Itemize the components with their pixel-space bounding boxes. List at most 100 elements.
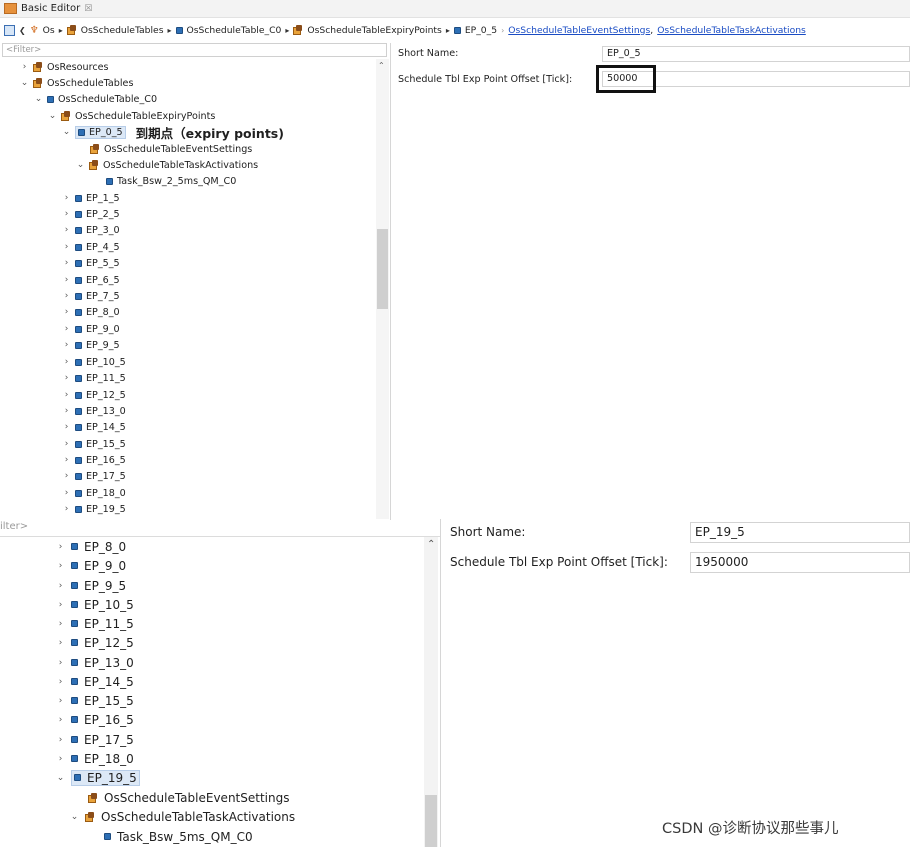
expand-icon[interactable]: › [62, 307, 71, 317]
filter-input[interactable]: ilter> [0, 519, 440, 537]
collapse-icon[interactable]: ⌄ [34, 94, 43, 104]
tree-node[interactable]: › EP_18_0 [56, 749, 134, 768]
expand-icon[interactable]: › [62, 357, 71, 367]
tree-node[interactable]: › EP_18_0 [62, 485, 126, 501]
tree-node[interactable]: › EP_19_5 [62, 501, 126, 517]
tree-node[interactable]: › EP_4_5 [62, 239, 120, 255]
basic-editor-tab[interactable]: Basic Editor ☒ [0, 0, 96, 17]
expand-icon[interactable]: › [62, 340, 71, 350]
tree-node[interactable]: › EP_12_5 [62, 387, 126, 403]
close-icon[interactable]: ☒ [84, 4, 92, 14]
tree-node[interactable]: › EP_6_5 [62, 272, 120, 288]
tree-node[interactable]: › EP_13_0 [62, 403, 126, 419]
tree-node[interactable]: › EP_17_5 [62, 468, 126, 484]
expand-icon[interactable]: › [56, 696, 65, 706]
scrollbar-thumb[interactable] [425, 795, 437, 847]
expand-icon[interactable]: › [56, 658, 65, 668]
tree-node[interactable]: ⌄ OsScheduleTable_C0 [34, 91, 157, 107]
expand-icon[interactable]: › [62, 471, 71, 481]
tree-node[interactable]: › EP_5_5 [62, 255, 120, 271]
tree-node[interactable]: › EP_11_5 [62, 370, 126, 386]
expand-icon[interactable]: › [56, 542, 65, 552]
expand-icon[interactable]: › [62, 422, 71, 432]
expand-icon[interactable]: › [62, 390, 71, 400]
link-task-activations[interactable]: OsScheduleTableTaskActivations [657, 25, 806, 36]
selected-node[interactable]: EP_0_5 [75, 125, 126, 139]
tree-node-selected[interactable]: ⌄ EP_19_5 [56, 768, 140, 787]
tree-node[interactable]: › EP_14_5 [62, 419, 126, 435]
tree-node[interactable]: › EP_17_5 [56, 730, 134, 749]
breadcrumb-item-ep[interactable]: EP_0_5 [465, 25, 497, 36]
expand-icon[interactable]: › [62, 275, 71, 285]
expand-icon[interactable]: › [62, 258, 71, 268]
tree-node[interactable]: › EP_7_5 [62, 288, 120, 304]
filter-input[interactable]: <Filter> [2, 43, 387, 57]
expand-icon[interactable]: › [56, 735, 65, 745]
tree-node[interactable]: ⌄ OsScheduleTables [20, 75, 134, 91]
breadcrumb-item-schedule-tables[interactable]: OsScheduleTables [81, 25, 164, 36]
expand-icon[interactable]: › [62, 291, 71, 301]
expand-icon[interactable]: › [56, 638, 65, 648]
expand-icon[interactable]: › [62, 373, 71, 383]
short-name-field[interactable]: EP_0_5 [602, 46, 910, 62]
tree-node[interactable]: › EP_9_5 [56, 576, 126, 595]
expand-icon[interactable]: › [62, 324, 71, 334]
tree-node[interactable]: Task_Bsw_5ms_QM_C0 [104, 827, 253, 846]
tree-node[interactable]: › OsResources [20, 59, 109, 75]
tree-node[interactable]: › EP_10_5 [62, 354, 126, 370]
tree-node[interactable]: › EP_15_5 [62, 436, 126, 452]
expand-icon[interactable]: › [62, 225, 71, 235]
expand-icon[interactable]: › [62, 439, 71, 449]
tree-node[interactable]: › EP_2_5 [62, 206, 120, 222]
tree-node[interactable]: › EP_3_0 [62, 222, 120, 238]
tree-node[interactable]: › EP_10_5 [56, 595, 134, 614]
tree-node[interactable]: › EP_14_5 [56, 672, 134, 691]
collapse-icon[interactable]: ⌄ [62, 127, 71, 137]
tree-node-selected[interactable]: ⌄ EP_0_5 到期点（expiry points) [62, 124, 284, 141]
tree-node[interactable]: › EP_16_5 [56, 710, 134, 729]
tree-node[interactable]: › EP_1_5 [62, 190, 120, 206]
short-name-field[interactable]: EP_19_5 [690, 522, 910, 543]
tree-node[interactable]: › EP_16_5 [62, 452, 126, 468]
tree-node[interactable]: › EP_15_5 [56, 691, 134, 710]
breadcrumb-item-schedule-table[interactable]: OsScheduleTable_C0 [187, 25, 282, 36]
expand-icon[interactable]: › [56, 754, 65, 764]
collapse-icon[interactable]: ⌄ [56, 773, 65, 783]
expand-icon[interactable]: › [56, 600, 65, 610]
expand-icon[interactable]: › [56, 715, 65, 725]
collapse-icon[interactable]: ⌄ [70, 812, 79, 822]
tree-node[interactable]: › EP_11_5 [56, 614, 134, 633]
expand-icon[interactable]: › [56, 561, 65, 571]
tree-node[interactable]: › EP_8_0 [62, 304, 120, 320]
collapse-icon[interactable]: ⌄ [48, 111, 57, 121]
link-event-settings[interactable]: OsScheduleTableEventSettings [508, 25, 650, 36]
vertical-scrollbar[interactable]: ⌃ [424, 537, 438, 847]
expand-icon[interactable]: › [56, 581, 65, 591]
scroll-up-icon[interactable]: ⌃ [427, 539, 435, 550]
expand-icon[interactable]: › [62, 242, 71, 252]
tree-node[interactable]: ⌄ OsScheduleTableTaskActivations [76, 157, 258, 173]
tree-node[interactable]: › EP_9_0 [56, 556, 126, 575]
expand-icon[interactable]: › [62, 209, 71, 219]
expand-icon[interactable]: › [62, 193, 71, 203]
breadcrumb-item-os[interactable]: Os [43, 25, 55, 36]
tree-node[interactable]: › EP_9_5 [62, 337, 120, 353]
tree-node[interactable]: › EP_12_5 [56, 633, 134, 652]
expand-icon[interactable]: › [62, 455, 71, 465]
expand-icon[interactable]: › [56, 619, 65, 629]
selected-node[interactable]: EP_19_5 [71, 769, 140, 786]
tree-node[interactable]: › EP_9_0 [62, 321, 120, 337]
vertical-scrollbar[interactable]: ⌃ [376, 59, 389, 519]
expand-icon[interactable]: › [62, 504, 71, 514]
tree-node[interactable]: ⌄ OsScheduleTableTaskActivations [70, 807, 295, 826]
expand-icon[interactable]: › [20, 62, 29, 72]
expand-icon[interactable]: › [56, 677, 65, 687]
collapse-icon[interactable]: ⌄ [76, 160, 85, 170]
expand-icon[interactable]: › [62, 488, 71, 498]
tree-node[interactable]: OsScheduleTableEventSettings [88, 788, 289, 807]
tree-node[interactable]: › EP_8_0 [56, 537, 126, 556]
offset-field[interactable]: 1950000 [690, 552, 910, 573]
tree-node[interactable]: › EP_13_0 [56, 653, 134, 672]
expand-icon[interactable]: › [62, 406, 71, 416]
scrollbar-thumb[interactable] [377, 229, 388, 309]
